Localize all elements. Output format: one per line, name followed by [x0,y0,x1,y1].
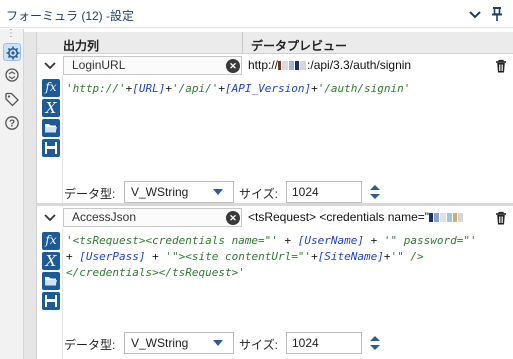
chevron-down-icon[interactable] [467,6,483,22]
string-literal: '<tsRequest><credentials name="' [66,234,278,247]
data-preview-value: http:// :/api/3.3/auth/signin [248,56,488,75]
string-literal: '/auth/signin' [317,82,411,95]
drag-handle-icon[interactable]: ⋮ [6,29,17,39]
open-folder-icon[interactable] [42,119,60,137]
redacted-block [458,213,464,223]
row-handle[interactable] [24,206,37,359]
pin-icon[interactable] [489,6,505,22]
clear-field-icon[interactable]: ✕ [226,59,240,73]
redacted-block [282,61,289,71]
string-literal: '" password="' [383,234,477,247]
redacted-block [447,213,453,223]
settings-gear-icon[interactable] [3,43,21,61]
clear-field-icon[interactable]: ✕ [226,211,240,225]
size-input[interactable]: 1024 [286,332,362,354]
preview-suffix: :/api/3.3/auth/signin [307,58,412,72]
operator: + [66,250,73,263]
column-header-output: 出力列 [37,32,242,54]
size-stepper-icon[interactable] [364,332,386,354]
operator: + [165,82,172,95]
size-input[interactable]: 1024 [286,181,362,203]
data-type-label: データ型: [64,187,116,201]
function-fx-icon[interactable]: fx [42,79,60,97]
string-literal: '/api/' [171,82,219,95]
string-literal: 'http://' [66,82,126,95]
variable-x-icon[interactable]: X [42,252,60,270]
trash-icon[interactable] [493,210,509,226]
help-icon[interactable]: ? [3,114,21,132]
output-field-name[interactable]: AccessJson [63,208,242,227]
size-stepper-icon[interactable] [364,181,386,203]
operator: + [383,250,391,263]
row-handle[interactable] [24,32,37,207]
save-disk-icon[interactable] [42,292,60,310]
refresh-arrows-icon[interactable] [3,66,21,84]
preview-prefix: http:// [248,58,279,72]
output-column-header: 出力列 [63,39,100,53]
data-type-label: データ型: [64,338,116,352]
formula-expression[interactable]: 'http://'+[URL]+'/api/'+[API_Version]+'/… [66,81,506,97]
redacted-block [295,61,300,71]
trash-icon[interactable] [493,58,509,74]
redacted-block [278,61,282,71]
redacted-block [429,213,434,223]
save-disk-icon[interactable] [42,139,60,157]
size-label: サイズ: [239,187,278,201]
svg-text:?: ? [9,119,15,130]
field-reference: [UserPass] [79,250,146,263]
operator: + [364,234,384,247]
field-reference: [SiteName] [317,250,384,263]
tag-icon[interactable] [3,90,21,108]
operator: + [218,82,225,95]
redacted-block [289,61,295,71]
operator: + [311,250,318,263]
operator: + [311,82,318,95]
string-literal: '"><site contentUrl="' [165,250,312,263]
formula-grid: 出力列 データプレビュー LoginURL ✕ http:// :/api/3.3… [24,29,513,359]
data-type-value: V_WString [131,185,189,199]
row-divider [37,203,513,206]
open-folder-icon[interactable] [42,272,60,290]
redacted-block [453,213,458,223]
data-type-value: V_WString [131,336,189,350]
title-bar: フォーミュラ (12) -設定 [0,0,513,28]
collapse-chevron-icon[interactable] [39,208,61,228]
preview-prefix: <tsRequest> <credentials name=" [248,210,430,224]
field-reference: [URL] [132,82,166,95]
field-reference: [UserName] [297,234,365,247]
operator: + [277,234,298,247]
formula-expression[interactable]: '<tsRequest><credentials name="' + [User… [66,233,506,281]
data-preview-value: <tsRequest> <credentials name=" [248,208,490,227]
operator: + [145,250,166,263]
left-toolbar: ⋮ ? [0,29,24,359]
redacted-block [300,61,307,71]
redacted-block [434,213,440,223]
field-reference: [API_Version] [224,82,312,95]
chevron-down-icon[interactable] [213,340,223,346]
window-title: フォーミュラ (12) -設定 [6,9,135,23]
redacted-block [440,213,447,223]
size-label: サイズ: [239,338,278,352]
output-field-name[interactable]: LoginURL [63,56,242,75]
collapse-chevron-icon[interactable] [39,56,61,76]
chevron-down-icon[interactable] [213,189,223,195]
function-fx-icon[interactable]: fx [42,232,60,250]
column-header-preview: データプレビュー [243,32,513,54]
data-preview-header: データプレビュー [251,39,348,53]
variable-x-icon[interactable]: X [42,99,60,117]
